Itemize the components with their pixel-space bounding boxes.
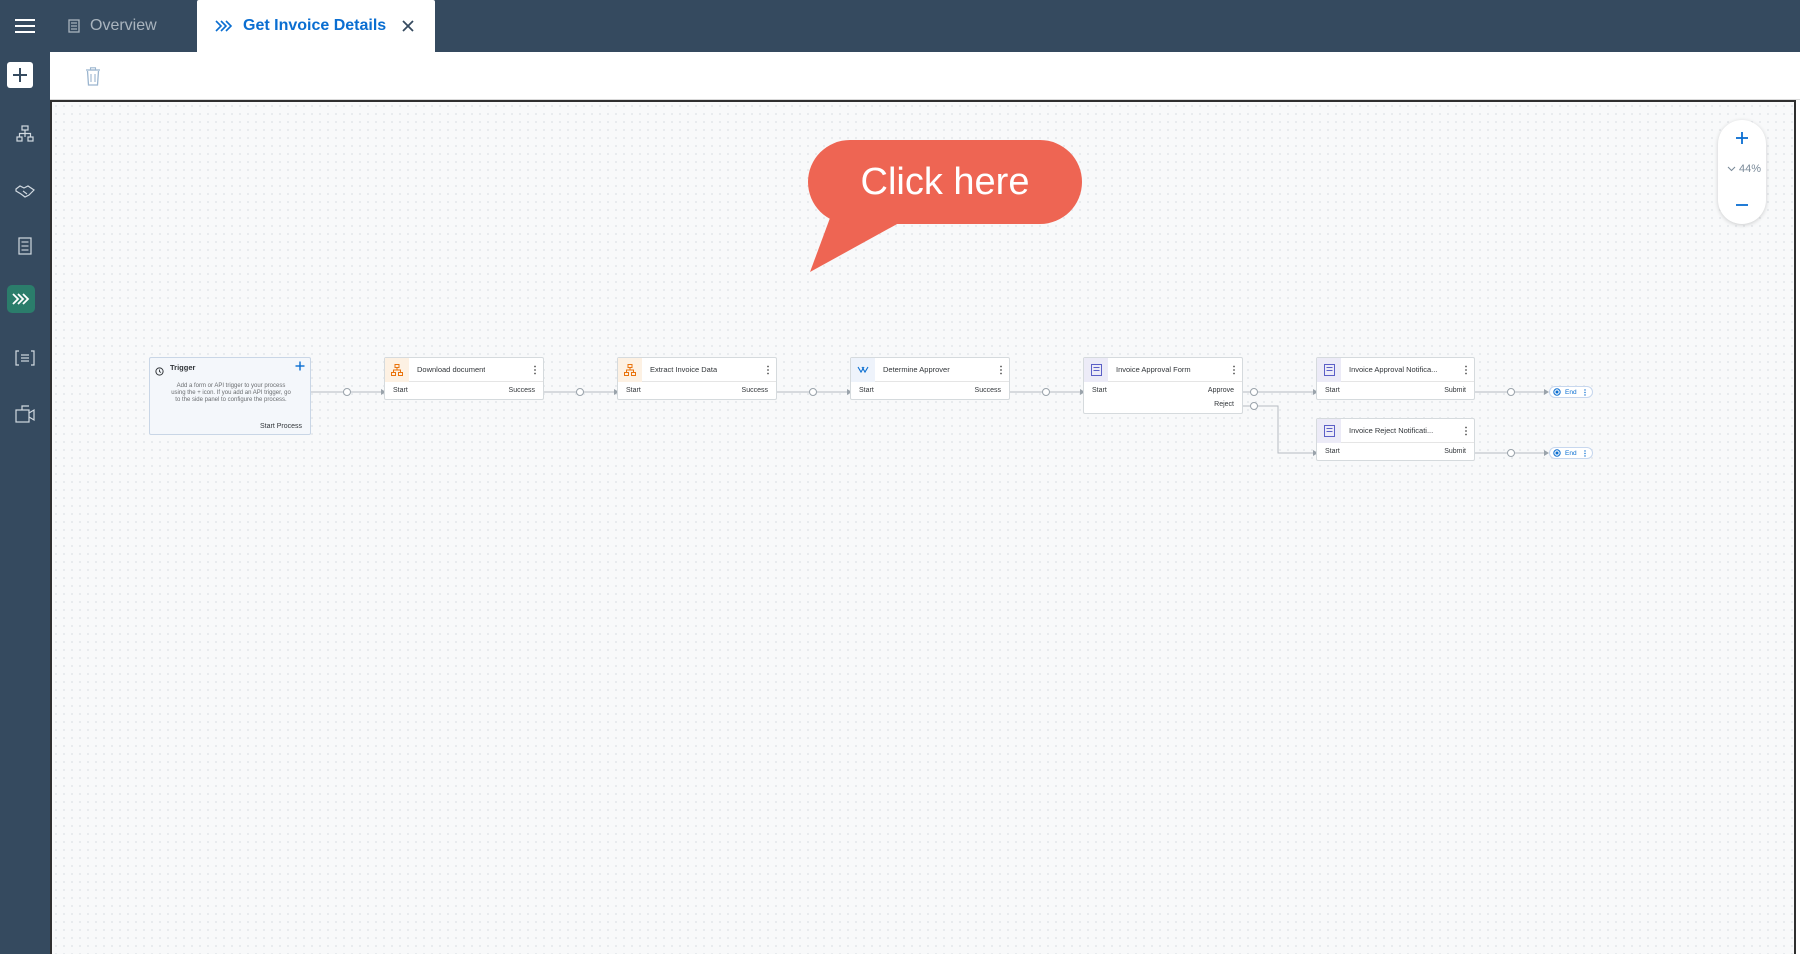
- step-output-approve: Approve: [1207, 387, 1234, 394]
- plus-icon: [295, 361, 305, 371]
- step-start-label: Start: [626, 387, 641, 394]
- process-step-extract-invoice-data[interactable]: Extract Invoice Data Start Success: [617, 357, 777, 400]
- zoom-control: 44%: [1718, 120, 1766, 224]
- automation-icon: [385, 357, 409, 382]
- step-header: Download document: [385, 357, 543, 382]
- zoom-in-button[interactable]: [1730, 126, 1754, 150]
- plus-icon: [13, 68, 27, 82]
- top-bar: Overview Get Invoice Details: [0, 0, 1800, 52]
- step-start-label: Start: [1092, 387, 1107, 394]
- sidebar-item-form[interactable]: [8, 229, 42, 263]
- step-title: Extract Invoice Data: [650, 365, 718, 374]
- task-list-icon: [15, 350, 35, 366]
- sidebar-item-handshake[interactable]: [8, 174, 42, 208]
- form-icon: [1317, 357, 1341, 382]
- process-chevrons-icon: [215, 19, 233, 33]
- plus-icon: [1736, 132, 1748, 144]
- add-artifact-button[interactable]: [7, 62, 33, 88]
- zoom-level-select[interactable]: 44%: [1722, 160, 1766, 178]
- process-chevrons-icon: [12, 293, 30, 305]
- handshake-icon: [15, 185, 35, 198]
- more-options-icon[interactable]: [533, 365, 537, 375]
- sidebar-item-user-task[interactable]: [8, 397, 42, 431]
- end-label: End: [1565, 449, 1577, 457]
- step-start-label: Start: [1325, 448, 1340, 455]
- step-header: Invoice Approval Form: [1084, 357, 1242, 382]
- form-icon: [1084, 357, 1108, 382]
- menu-button[interactable]: [0, 0, 50, 52]
- automation-icon: [618, 357, 642, 382]
- step-title: Download document: [417, 365, 486, 374]
- trigger-title: Trigger: [170, 363, 196, 372]
- sidebar-item-hierarchy[interactable]: [8, 117, 42, 151]
- form-icon: [1317, 418, 1341, 443]
- more-options-icon[interactable]: [1464, 365, 1468, 375]
- zoom-out-button[interactable]: [1730, 193, 1754, 217]
- process-step-invoice-approval-notification[interactable]: Invoice Approval Notifica... Start Submi…: [1316, 357, 1475, 400]
- end-label: End: [1565, 388, 1577, 396]
- more-options-icon[interactable]: [1464, 426, 1468, 436]
- step-title: Determine Approver: [883, 365, 950, 374]
- end-event-approve[interactable]: End: [1549, 386, 1593, 398]
- minus-icon: [1736, 204, 1748, 206]
- step-output-reject: Reject: [1214, 401, 1234, 408]
- step-header: Invoice Reject Notificati...: [1317, 418, 1474, 443]
- step-output-success: Success: [974, 387, 1001, 394]
- trigger-description: Add a form or API trigger to your proces…: [171, 383, 291, 403]
- end-icon: [1553, 388, 1561, 396]
- step-title: Invoice Approval Notifica...: [1349, 365, 1438, 374]
- step-output-success: Success: [741, 387, 768, 394]
- callout-text: Click here: [860, 160, 1030, 203]
- end-icon: [1553, 449, 1561, 457]
- click-here-callout: Click here: [808, 140, 1082, 224]
- step-title: Invoice Reject Notificati...: [1349, 426, 1434, 435]
- step-output-submit: Submit: [1444, 387, 1466, 394]
- close-icon: [402, 20, 414, 32]
- editor-toolbar: [50, 52, 1800, 100]
- step-start-label: Start: [1325, 387, 1340, 394]
- tab-overview[interactable]: Overview: [68, 0, 194, 52]
- hierarchy-icon: [16, 125, 34, 142]
- clock-icon: [155, 363, 164, 381]
- process-step-invoice-reject-notification[interactable]: Invoice Reject Notificati... Start Submi…: [1316, 418, 1475, 461]
- more-options-icon[interactable]: [999, 365, 1003, 375]
- trigger-output-label: Start Process: [259, 423, 302, 430]
- process-step-invoice-approval-form[interactable]: Invoice Approval Form Start Approve Reje…: [1083, 357, 1243, 414]
- sidebar-item-task-list[interactable]: [8, 341, 42, 375]
- close-tab-button[interactable]: [399, 17, 417, 35]
- tab-get-invoice-details[interactable]: Get Invoice Details: [197, 0, 435, 52]
- more-options-icon[interactable]: [1232, 365, 1236, 375]
- tab-overview-label: Overview: [90, 17, 157, 34]
- process-editor-app: Overview Get Invoice Details Trigger Add…: [0, 0, 1800, 954]
- process-canvas[interactable]: [50, 100, 1796, 954]
- more-options-icon[interactable]: [766, 365, 770, 375]
- more-options-icon[interactable]: [1584, 389, 1586, 396]
- step-start-label: Start: [393, 387, 408, 394]
- step-title: Invoice Approval Form: [1116, 365, 1191, 374]
- step-start-label: Start: [859, 387, 874, 394]
- form-icon: [18, 237, 32, 255]
- hamburger-icon: [15, 19, 35, 33]
- document-icon: [68, 19, 80, 33]
- step-header: Invoice Approval Notifica...: [1317, 357, 1474, 382]
- step-output-success: Success: [508, 387, 535, 394]
- trash-icon: [86, 66, 100, 86]
- add-trigger-button[interactable]: [294, 360, 306, 372]
- user-task-icon: [15, 405, 35, 423]
- sidebar-item-process[interactable]: [7, 285, 35, 313]
- end-event-reject[interactable]: End: [1549, 447, 1593, 459]
- process-step-download-document[interactable]: Download document Start Success: [384, 357, 544, 400]
- step-header: Determine Approver: [851, 357, 1009, 382]
- more-options-icon[interactable]: [1584, 450, 1586, 457]
- step-header: Extract Invoice Data: [618, 357, 776, 382]
- chevron-down-icon: [1727, 166, 1736, 172]
- process-step-determine-approver[interactable]: Determine Approver Start Success: [850, 357, 1010, 400]
- trigger-node[interactable]: Trigger Add a form or API trigger to you…: [149, 357, 311, 435]
- step-output-submit: Submit: [1444, 448, 1466, 455]
- tab-active-label: Get Invoice Details: [243, 17, 387, 34]
- delete-button[interactable]: [81, 62, 105, 90]
- decision-icon: [851, 357, 875, 382]
- side-navigation: [0, 52, 50, 954]
- zoom-level-value: 44%: [1738, 163, 1762, 175]
